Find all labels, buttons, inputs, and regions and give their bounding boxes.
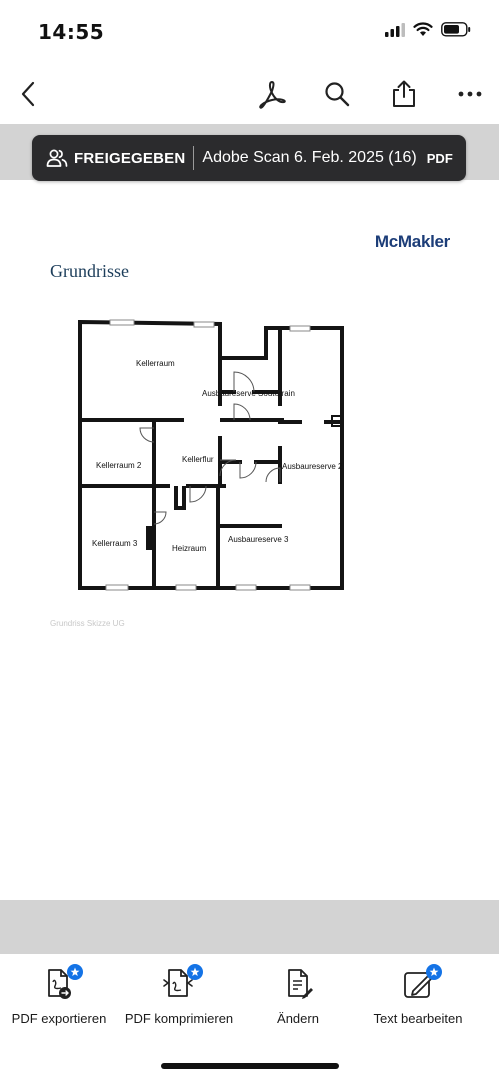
file-type-badge: PDF: [426, 150, 453, 166]
floorplan-caption: Grundriss Skizze UG: [50, 619, 125, 628]
compress-pdf-label: PDF komprimieren: [124, 1011, 234, 1026]
status-icons: [385, 22, 471, 37]
edit-document-icon: [280, 966, 316, 1002]
people-icon: [46, 149, 68, 167]
export-pdf-label: PDF exportieren: [11, 1011, 107, 1026]
edit-text-icon: [400, 964, 442, 1002]
signal-icon: [385, 22, 405, 37]
share-icon: [393, 80, 415, 107]
edit-label: Ändern: [277, 1011, 319, 1026]
edit-button[interactable]: Ändern: [228, 966, 368, 1026]
floorplan-title: Grundrisse: [50, 261, 129, 281]
room-label-heizraum: Heizraum: [172, 544, 207, 553]
brand-logo: McMakler: [374, 232, 450, 251]
premium-star-icon: [426, 964, 442, 980]
search-button[interactable]: [319, 76, 355, 112]
room-label-kellerflur: Kellerflur: [182, 455, 214, 464]
floor-plan: Kellerraum Ausbaureserve Souterrain Kell…: [78, 319, 344, 591]
more-icon: [458, 91, 482, 97]
share-button[interactable]: [386, 76, 422, 112]
banner-divider: [193, 146, 195, 170]
chevron-left-icon: [21, 81, 35, 107]
acrobat-button[interactable]: [254, 76, 290, 112]
edit-text-button[interactable]: Text bearbeiten: [348, 964, 488, 1026]
search-icon: [325, 82, 350, 107]
status-bar: 14:55: [0, 0, 499, 64]
premium-star-icon: [67, 964, 83, 980]
room-label-kellerraum: Kellerraum: [136, 359, 175, 368]
more-button[interactable]: [452, 76, 488, 112]
home-indicator[interactable]: [161, 1063, 339, 1069]
nav-bar: [0, 64, 499, 124]
room-label-ausbaureserve-2: Ausbaureserve 2: [282, 462, 343, 471]
room-label-kellerraum-3: Kellerraum 3: [92, 539, 138, 548]
acrobat-icon: [259, 81, 286, 109]
room-label-ausbaureserve-3: Ausbaureserve 3: [228, 535, 289, 544]
shared-label: FREIGEGEBEN: [74, 149, 186, 167]
room-label-kellerraum-2: Kellerraum 2: [96, 461, 142, 470]
export-pdf-icon: [41, 964, 83, 1002]
compress-pdf-icon: [161, 964, 203, 1002]
document-name: Adobe Scan 6. Feb. 2025 (16): [202, 149, 417, 166]
back-button[interactable]: [10, 76, 46, 112]
premium-star-icon: [187, 964, 203, 980]
shared-banner[interactable]: FREIGEGEBEN Adobe Scan 6. Feb. 2025 (16)…: [32, 135, 466, 181]
status-time: 14:55: [38, 20, 105, 44]
edit-text-label: Text bearbeiten: [373, 1011, 463, 1026]
battery-icon: [441, 22, 471, 37]
room-label-ausbaureserve-souterrain: Ausbaureserve Souterrain: [202, 389, 295, 398]
wifi-icon: [413, 22, 433, 36]
